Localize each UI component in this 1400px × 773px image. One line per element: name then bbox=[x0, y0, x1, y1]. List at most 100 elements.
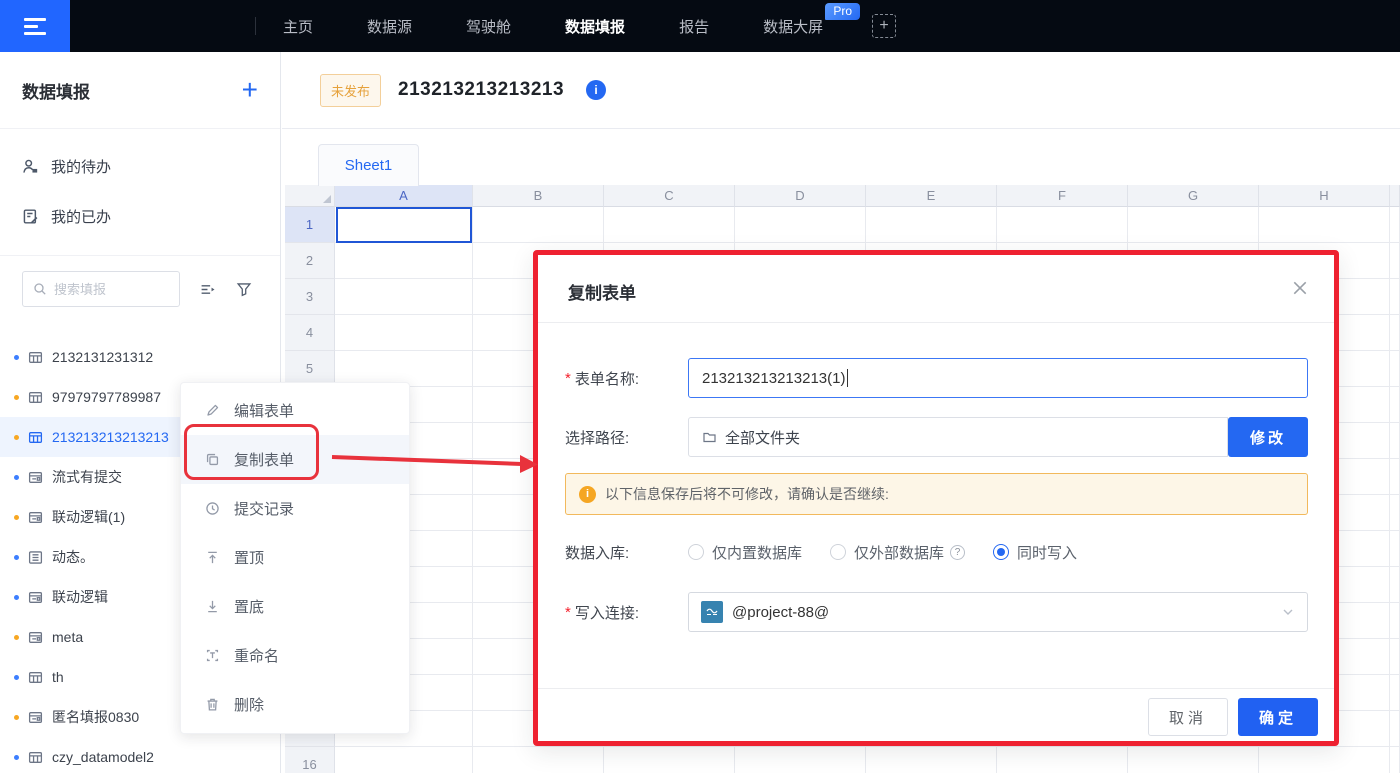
required-asterisk: * bbox=[565, 370, 571, 387]
cell[interactable] bbox=[473, 747, 604, 773]
column-header-E[interactable]: E bbox=[866, 185, 997, 207]
column-header-G[interactable]: G bbox=[1128, 185, 1259, 207]
cell[interactable] bbox=[1390, 495, 1400, 531]
menu-item-重命名[interactable]: 重命名 bbox=[181, 631, 409, 680]
cell[interactable] bbox=[335, 315, 473, 351]
row-header-3[interactable]: 3 bbox=[285, 279, 335, 315]
list-item-label: czy_datamodel2 bbox=[52, 749, 154, 765]
menu-item-复制表单[interactable]: 复制表单 bbox=[181, 435, 409, 484]
nav-item-label: 驾驶舱 bbox=[466, 16, 511, 37]
connection-value: @project-88@ bbox=[732, 604, 1281, 621]
nav-item-报告[interactable]: 报告 bbox=[652, 0, 736, 52]
cell[interactable] bbox=[1390, 207, 1400, 243]
cell[interactable] bbox=[997, 747, 1128, 773]
cell[interactable] bbox=[335, 747, 473, 773]
filter-icon[interactable] bbox=[236, 282, 252, 297]
cell[interactable] bbox=[604, 747, 735, 773]
column-header-H[interactable]: H bbox=[1259, 185, 1390, 207]
menu-item-label: 复制表单 bbox=[234, 449, 294, 470]
cell[interactable] bbox=[735, 747, 866, 773]
sidebar-item-label: 我的已办 bbox=[51, 206, 111, 227]
nav-item-数据填报[interactable]: 数据填报 bbox=[538, 0, 652, 52]
add-form-button[interactable]: + bbox=[242, 79, 258, 101]
rename-icon bbox=[205, 648, 220, 663]
cell[interactable] bbox=[735, 207, 866, 243]
form-name-input[interactable]: 213213213213213(1) bbox=[688, 358, 1308, 398]
search-input[interactable] bbox=[54, 282, 164, 297]
cancel-button[interactable]: 取消 bbox=[1148, 698, 1228, 736]
nav-item-数据源[interactable]: 数据源 bbox=[340, 0, 439, 52]
connection-select[interactable]: @project-88@ bbox=[688, 592, 1308, 632]
cell[interactable] bbox=[473, 207, 604, 243]
radio-option-仅外部数据库[interactable]: 仅外部数据库? bbox=[830, 542, 965, 563]
list-item[interactable]: czy_datamodel2 bbox=[0, 737, 279, 773]
cell[interactable] bbox=[1390, 531, 1400, 567]
nav-item-数据大屏[interactable]: 数据大屏Pro bbox=[736, 0, 850, 52]
cell[interactable] bbox=[1390, 639, 1400, 675]
selected-cell-a1[interactable] bbox=[336, 207, 472, 243]
menu-item-编辑表单[interactable]: 编辑表单 bbox=[181, 386, 409, 435]
column-header-F[interactable]: F bbox=[997, 185, 1128, 207]
menu-item-置顶[interactable]: 置顶 bbox=[181, 533, 409, 582]
list-item[interactable]: 2132131231312 bbox=[0, 350, 279, 377]
confirm-button[interactable]: 确定 bbox=[1238, 698, 1318, 736]
sidebar-item-我的待办[interactable]: 我的待办 bbox=[0, 141, 280, 191]
cell[interactable] bbox=[997, 207, 1128, 243]
column-header-row: ABCDEFGH bbox=[285, 185, 1400, 207]
cell[interactable] bbox=[1390, 387, 1400, 423]
sidebar-item-我的已办[interactable]: 我的已办 bbox=[0, 191, 280, 241]
row-header-1[interactable]: 1 bbox=[285, 207, 335, 243]
collapse-list-icon[interactable] bbox=[200, 282, 216, 297]
cell[interactable] bbox=[1390, 711, 1400, 747]
cell[interactable] bbox=[1259, 747, 1390, 773]
cell[interactable] bbox=[1259, 207, 1390, 243]
connection-db-icon bbox=[701, 601, 723, 623]
select-all-cell[interactable] bbox=[285, 185, 335, 207]
cell[interactable] bbox=[1128, 207, 1259, 243]
sidebar-search-row bbox=[0, 256, 280, 317]
cell[interactable] bbox=[1390, 351, 1400, 387]
nav-item-主页[interactable]: 主页 bbox=[256, 0, 340, 52]
menu-item-提交记录[interactable]: 提交记录 bbox=[181, 484, 409, 533]
column-header-A[interactable]: A bbox=[335, 185, 473, 207]
column-header-B[interactable]: B bbox=[473, 185, 604, 207]
cell[interactable] bbox=[335, 279, 473, 315]
cell[interactable] bbox=[866, 747, 997, 773]
chevron-down-icon bbox=[1281, 605, 1295, 619]
row-header-16[interactable]: 16 bbox=[285, 747, 335, 773]
app-logo-menu-icon[interactable] bbox=[0, 0, 70, 52]
modify-path-button[interactable]: 修改 bbox=[1228, 417, 1308, 457]
form-icon bbox=[28, 510, 43, 525]
cell[interactable] bbox=[1128, 747, 1259, 773]
form-icon bbox=[28, 630, 43, 645]
cell[interactable] bbox=[1390, 603, 1400, 639]
menu-item-删除[interactable]: 删除 bbox=[181, 680, 409, 729]
close-icon[interactable] bbox=[1292, 280, 1308, 296]
cell[interactable] bbox=[1390, 243, 1400, 279]
cell[interactable] bbox=[1390, 567, 1400, 603]
menu-item-置底[interactable]: 置底 bbox=[181, 582, 409, 631]
row-header-4[interactable]: 4 bbox=[285, 315, 335, 351]
row-header-2[interactable]: 2 bbox=[285, 243, 335, 279]
add-module-icon[interactable]: + bbox=[872, 14, 896, 38]
cell[interactable] bbox=[1390, 423, 1400, 459]
cell[interactable] bbox=[604, 207, 735, 243]
search-box[interactable] bbox=[22, 271, 180, 307]
radio-option-同时写入[interactable]: 同时写入 bbox=[993, 542, 1077, 563]
column-header-D[interactable]: D bbox=[735, 185, 866, 207]
cell[interactable] bbox=[866, 207, 997, 243]
path-value-box[interactable]: 全部文件夹 bbox=[688, 417, 1228, 457]
cell[interactable] bbox=[1390, 279, 1400, 315]
radio-option-仅内置数据库[interactable]: 仅内置数据库 bbox=[688, 542, 802, 563]
nav-item-label: 数据大屏 bbox=[763, 16, 823, 37]
sheet-tab[interactable]: Sheet1 bbox=[318, 144, 419, 186]
column-header-C[interactable]: C bbox=[604, 185, 735, 207]
cell[interactable] bbox=[1390, 747, 1400, 773]
cell[interactable] bbox=[1390, 675, 1400, 711]
cell[interactable] bbox=[335, 243, 473, 279]
help-icon[interactable]: ? bbox=[950, 545, 965, 560]
cell[interactable] bbox=[1390, 459, 1400, 495]
cell[interactable] bbox=[1390, 315, 1400, 351]
nav-item-驾驶舱[interactable]: 驾驶舱 bbox=[439, 0, 538, 52]
info-icon[interactable]: i bbox=[586, 80, 606, 100]
